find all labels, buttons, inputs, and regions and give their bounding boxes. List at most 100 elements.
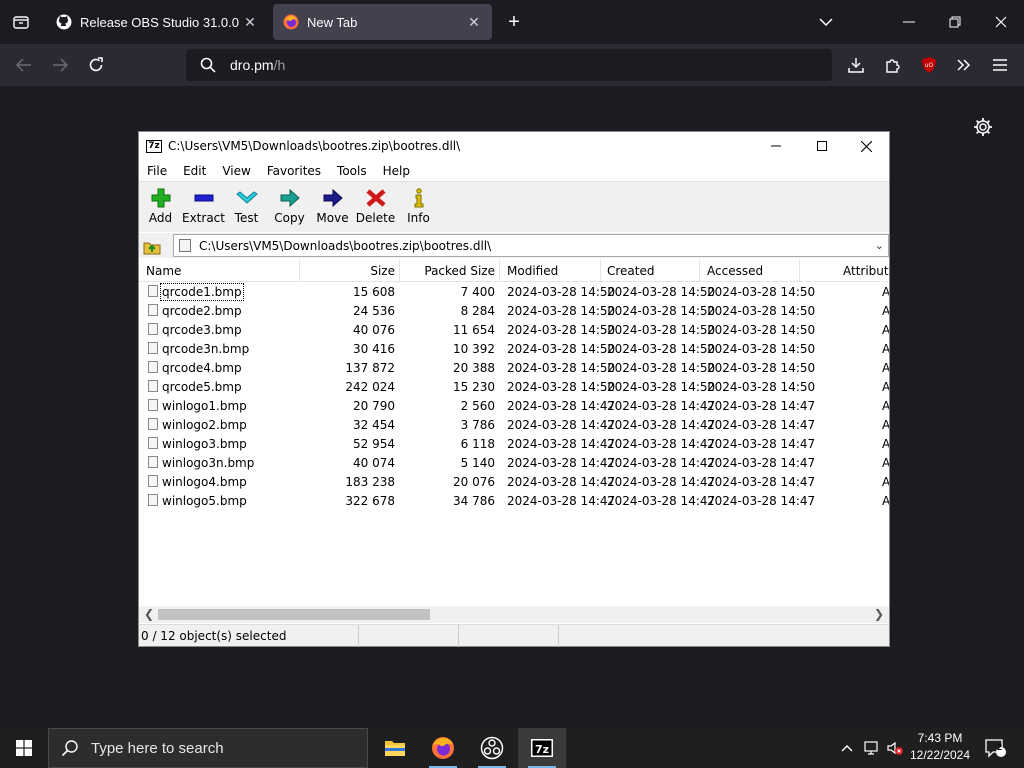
url-bar[interactable]: dro.pm/h	[186, 49, 832, 81]
menu-edit[interactable]: Edit	[175, 164, 214, 178]
tab-title: New Tab	[307, 14, 358, 30]
file-row[interactable]: qrcode2.bmp 24 536 8 284 2024-03-28 14:50 20…	[139, 301, 889, 320]
path-combobox[interactable]: C:\Users\VM5\Downloads\bootres.zip\bootr…	[173, 234, 889, 257]
7zip-minimize-button[interactable]	[753, 132, 799, 160]
column-modified[interactable]: Modified	[507, 264, 558, 278]
clock-time: 7:43 PM	[917, 731, 963, 745]
file-explorer-taskbar-button[interactable]	[371, 728, 419, 768]
tab-new-tab[interactable]: New Tab ✕	[273, 4, 492, 40]
close-tab-icon[interactable]: ✕	[466, 14, 482, 31]
file-attributes: A	[882, 304, 889, 318]
show-hidden-icons-button[interactable]	[836, 728, 858, 768]
search-icon	[200, 57, 216, 73]
file-row[interactable]: qrcode3.bmp 40 076 11 654 2024-03-28 14:50 2…	[139, 320, 889, 339]
minus-icon	[194, 194, 213, 202]
7zip-title-bar[interactable]: 7z C:\Users\VM5\Downloads\bootres.zip\bo…	[139, 132, 889, 160]
column-divider[interactable]	[699, 260, 700, 282]
column-divider[interactable]	[499, 260, 500, 282]
file-row[interactable]: winlogo1.bmp 20 790 2 560 2024-03-28 14:47 2…	[139, 396, 889, 415]
column-name[interactable]: Name	[146, 264, 181, 278]
column-packed-size[interactable]: Packed Size	[399, 264, 495, 278]
chevron-down-icon[interactable]: ⌄	[875, 239, 884, 252]
file-attributes: A	[882, 418, 889, 432]
reload-button[interactable]	[82, 52, 110, 78]
url-text[interactable]: dro.pm/h	[230, 57, 285, 73]
7zip-close-button[interactable]	[843, 132, 889, 160]
close-tab-icon[interactable]: ✕	[242, 14, 258, 31]
file-row[interactable]: winlogo3.bmp 52 954 6 118 2024-03-28 14:47 2…	[139, 434, 889, 453]
folder-icon	[385, 741, 405, 756]
add-button[interactable]: Add	[139, 182, 182, 232]
ublock-shield-icon: uO	[922, 57, 936, 73]
browser-minimize-button[interactable]	[886, 0, 932, 44]
column-divider[interactable]	[799, 260, 800, 282]
menu-favorites[interactable]: Favorites	[259, 164, 329, 178]
info-button[interactable]: Info	[397, 182, 440, 232]
7zip-maximize-button[interactable]	[799, 132, 845, 160]
scrollbar-thumb[interactable]	[158, 609, 430, 620]
file-row[interactable]: winlogo5.bmp 322 678 34 786 2024-03-28 14:4…	[139, 491, 889, 510]
network-tray-button[interactable]	[860, 728, 882, 768]
file-packed-size: 15 230	[453, 380, 495, 394]
forward-button[interactable]	[46, 52, 74, 78]
extract-label: Extract	[182, 211, 225, 225]
tab-obs-release[interactable]: Release OBS Studio 31.0.0 · obsp ✕	[46, 4, 268, 40]
folder-up-button[interactable]	[143, 237, 161, 255]
extract-button[interactable]: Extract	[182, 182, 225, 232]
file-attributes: A	[882, 323, 889, 337]
volume-tray-button[interactable]	[884, 728, 906, 768]
back-button[interactable]	[10, 52, 38, 78]
browser-restore-button[interactable]	[932, 0, 978, 44]
scroll-right-icon[interactable]: ❯	[874, 607, 884, 621]
file-attributes: A	[882, 361, 889, 375]
column-divider[interactable]	[600, 260, 601, 282]
column-size[interactable]: Size	[299, 264, 395, 278]
test-button[interactable]: Test	[225, 182, 268, 232]
new-tab-settings-button[interactable]	[972, 116, 994, 138]
new-tab-button[interactable]: +	[503, 11, 525, 33]
ublock-origin-button[interactable]: uO	[915, 52, 943, 78]
menu-view[interactable]: View	[214, 164, 258, 178]
maximize-icon	[817, 141, 827, 151]
file-packed-size: 20 388	[453, 361, 495, 375]
menu-file[interactable]: File	[139, 164, 175, 178]
tab-overflow-chevron-down-icon[interactable]	[803, 0, 849, 44]
horizontal-scrollbar[interactable]: ❮ ❯	[139, 606, 889, 623]
file-attributes: A	[882, 380, 889, 394]
menu-help[interactable]: Help	[375, 164, 418, 178]
notification-center-button[interactable]: 2	[978, 728, 1012, 768]
list-all-tabs-button[interactable]	[0, 0, 42, 44]
file-row[interactable]: winlogo4.bmp 183 238 20 076 2024-03-28 14:4…	[139, 472, 889, 491]
menu-tools[interactable]: Tools	[329, 164, 375, 178]
move-button[interactable]: Move	[311, 182, 354, 232]
column-attributes[interactable]: Attribute	[843, 264, 889, 278]
file-row[interactable]: qrcode1.bmp 15 608 7 400 2024-03-28 14:50 20…	[139, 282, 889, 301]
file-attributes: A	[882, 494, 889, 508]
delete-button[interactable]: Delete	[354, 182, 397, 232]
file-row[interactable]: qrcode4.bmp 137 872 20 388 2024-03-28 14:50…	[139, 358, 889, 377]
start-button[interactable]	[0, 728, 48, 768]
browser-close-button[interactable]	[978, 0, 1024, 44]
file-row[interactable]: qrcode3n.bmp 30 416 10 392 2024-03-28 14:50…	[139, 339, 889, 358]
file-row[interactable]: winlogo2.bmp 32 454 3 786 2024-03-28 14:47 2…	[139, 415, 889, 434]
column-accessed[interactable]: Accessed	[707, 264, 763, 278]
scroll-left-icon[interactable]: ❮	[144, 607, 154, 621]
more-tools-button[interactable]	[950, 52, 978, 78]
taskbar-search-box[interactable]: Type here to search	[48, 728, 368, 768]
extensions-button[interactable]	[879, 52, 907, 78]
file-name: qrcode1.bmp	[160, 283, 244, 301]
7zip-app-icon: 7z	[146, 139, 162, 153]
taskbar-clock[interactable]: 7:43 PM 12/22/2024	[905, 730, 975, 764]
file-name: winlogo1.bmp	[162, 399, 247, 413]
file-row[interactable]: qrcode5.bmp 242 024 15 230 2024-03-28 14:50…	[139, 377, 889, 396]
firefox-taskbar-button[interactable]	[419, 728, 467, 768]
downloads-button[interactable]	[842, 52, 870, 78]
add-label: Add	[148, 211, 173, 225]
7zip-taskbar-button[interactable]: 7z	[518, 728, 566, 768]
file-packed-size: 5 140	[460, 456, 495, 470]
app-menu-button[interactable]	[986, 52, 1014, 78]
column-created[interactable]: Created	[607, 264, 655, 278]
obs-studio-taskbar-button[interactable]	[468, 728, 516, 768]
file-row[interactable]: winlogo3n.bmp 40 074 5 140 2024-03-28 14:47…	[139, 453, 889, 472]
copy-button[interactable]: Copy	[268, 182, 311, 232]
